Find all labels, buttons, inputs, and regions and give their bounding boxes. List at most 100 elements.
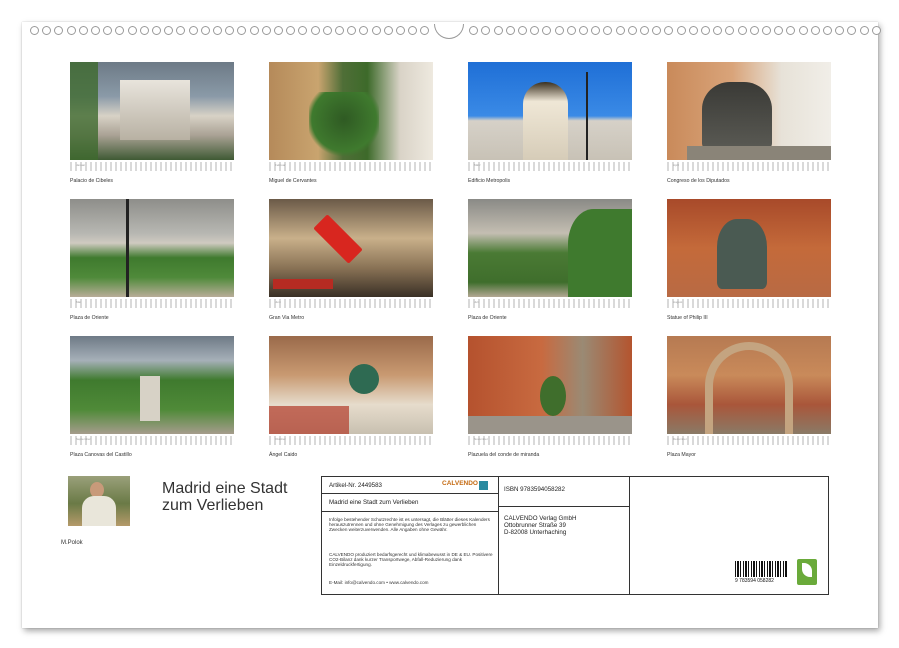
contact-line: E-Mail: info@calvendo.com • www.calvendo…: [329, 580, 429, 585]
binding-ring: [786, 26, 796, 35]
photo: [667, 336, 831, 434]
photo-tile: November Plazuela del conde de miranda: [468, 336, 632, 458]
binding-ring: [542, 26, 552, 35]
binding-ring: [615, 26, 625, 35]
calendar-subject: Madrid eine Stadt zum Verlieben: [329, 499, 419, 506]
legal-notice: Infolge bestehender Schutzrechte ist es …: [329, 517, 490, 533]
climate-notice: CALVENDO produziert bedarfsgerecht und k…: [329, 552, 493, 568]
month-label: Januar: [76, 163, 86, 167]
photo-caption: Edificio Metropolis: [468, 178, 511, 184]
binding-ring: [200, 26, 210, 35]
binding-ring: [310, 26, 320, 35]
photo-tile: Oktober Ángel Caido: [269, 336, 433, 458]
calendar-sheet: Januar Palacio de Cibeles Februar Miguel…: [22, 22, 881, 628]
isbn-row: [498, 477, 629, 507]
info-column-middle: ISBN 9783594058282 CALVENDO Verlag GmbH …: [498, 477, 630, 594]
photo: [667, 199, 831, 297]
photo-caption: Plazuela del conde de miranda: [468, 452, 540, 458]
binding-ring: [518, 26, 527, 35]
photo: [667, 62, 831, 160]
hanger-notch: [434, 24, 464, 39]
binding-ring: [115, 26, 125, 35]
mini-calendar-strip: [667, 162, 831, 171]
photo-caption: Plaza de Oriente: [468, 315, 507, 321]
month-label: Februar: [275, 163, 286, 167]
photo-caption: Palacio de Cibeles: [70, 178, 113, 184]
photo: [70, 336, 234, 434]
binding-ring: [835, 26, 845, 35]
binding-ring: [688, 26, 698, 35]
info-box: Artikel-Nr. 2449583 CALVENDO Madrid eine…: [321, 476, 829, 595]
photo: [269, 199, 433, 297]
photo: [269, 62, 433, 160]
photo-tile: April Congreso de los Diputados: [667, 62, 831, 184]
photo: [70, 199, 234, 297]
subject-row: Madrid eine Stadt zum Verlieben: [322, 493, 498, 512]
mini-calendar-strip: [269, 436, 433, 445]
author-photo: [68, 476, 130, 526]
article-number: Artikel-Nr. 2449583: [329, 482, 382, 489]
binding-ring: [823, 26, 832, 35]
binding-ring: [274, 26, 283, 35]
binding-ring: [640, 26, 649, 35]
binding-ring: [396, 26, 405, 35]
month-label: Juni: [275, 300, 281, 304]
binding-ring: [505, 26, 515, 35]
binding-ring: [225, 26, 235, 35]
mini-calendar-strip: [468, 162, 632, 171]
binding-ring: [335, 26, 344, 35]
photo: [70, 62, 234, 160]
info-column-right: 9 783594 058282: [629, 477, 828, 594]
author-name: M.Polok: [61, 540, 83, 546]
spiral-binding: [22, 24, 881, 39]
binding-ring: [66, 26, 76, 35]
mini-calendar-strip: [667, 436, 831, 445]
photo-tile: Januar Palacio de Cibeles: [70, 62, 234, 184]
title-line-2: zum Verlieben: [162, 497, 264, 514]
month-label: April: [673, 163, 680, 167]
binding-ring: [481, 26, 491, 35]
photo-caption: Plaza Mayor: [667, 452, 696, 458]
month-label: November: [474, 437, 488, 441]
binding-ring: [701, 26, 710, 35]
photo: [269, 336, 433, 434]
title-line-1: Madrid eine Stadt: [162, 480, 288, 497]
binding-ring: [652, 26, 662, 35]
month-label: September: [76, 437, 91, 441]
binding-ring: [530, 26, 540, 35]
binding-ring: [237, 26, 247, 35]
mini-calendar-strip: [70, 299, 234, 308]
binding-ring: [871, 26, 881, 35]
binding-ring: [859, 26, 869, 35]
binding-ring: [383, 26, 393, 35]
mini-calendar-strip: [269, 162, 433, 171]
binding-ring: [408, 26, 418, 35]
binding-ring: [127, 26, 137, 35]
binding-ring: [676, 26, 686, 35]
photo-tile: Juni Gran Via Metro: [269, 199, 433, 321]
binding-ring: [810, 26, 820, 35]
photo-tile: August Statue of Philip III: [667, 199, 831, 321]
photo-caption: Plaza Canovas del Castillo: [70, 452, 132, 458]
month-label: Dezember: [673, 437, 687, 441]
publisher-street: Ottobrunner Straße 39: [504, 522, 566, 529]
binding-ring: [30, 26, 39, 35]
binding-ring: [139, 26, 149, 35]
binding-ring: [42, 26, 52, 35]
barcode-number: 9 783594 058282: [735, 578, 774, 584]
info-column-left: Artikel-Nr. 2449583 CALVENDO Madrid eine…: [322, 477, 499, 594]
photo-caption: Congreso de los Diputados: [667, 178, 730, 184]
binding-ring: [798, 26, 808, 35]
binding-ring: [103, 26, 113, 35]
binding-ring: [78, 26, 88, 35]
binding-ring: [713, 26, 723, 35]
month-label: März: [474, 163, 481, 167]
mini-calendar-strip: [468, 299, 632, 308]
month-label: Juli: [474, 300, 479, 304]
photo: [468, 199, 632, 297]
binding-ring: [54, 26, 64, 35]
binding-ring: [261, 26, 271, 35]
calvendo-logo-icon: [479, 481, 488, 490]
binding-ring: [91, 26, 100, 35]
binding-ring: [420, 26, 430, 35]
